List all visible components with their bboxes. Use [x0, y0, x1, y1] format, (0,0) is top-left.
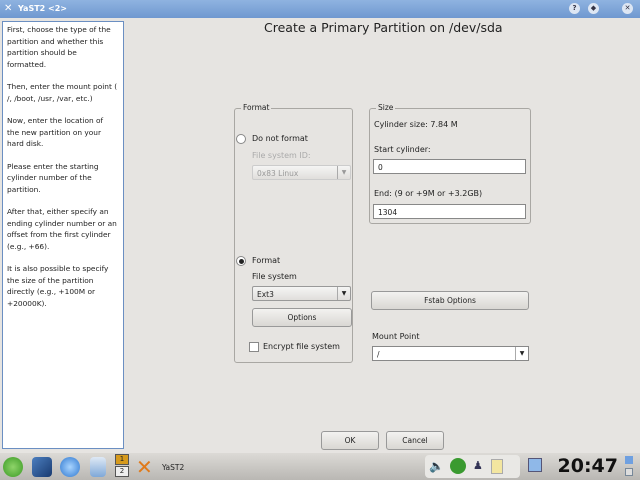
display-icon[interactable] — [528, 458, 542, 472]
user-icon[interactable]: ♟ — [473, 459, 483, 472]
file-manager-icon[interactable] — [90, 457, 106, 477]
end-label: End: (9 or +9M or +3.2GB) — [374, 189, 483, 198]
close-icon[interactable]: ✕ — [622, 3, 633, 14]
mount-point-label: Mount Point — [372, 332, 420, 341]
help-icon[interactable]: ? — [569, 3, 580, 14]
window-titlebar: ✕ YaST2 <2> ? ◆ ✕ — [0, 0, 640, 18]
start-cylinder-label: Start cylinder: — [374, 145, 431, 154]
help-line: Then, enter the mount point ( — [7, 82, 118, 91]
size-group-label: Size — [376, 103, 396, 112]
fs-id-value: 0x83 Linux — [257, 169, 299, 178]
desktop-1[interactable]: 1 — [115, 454, 129, 465]
help-line: ending cylinder number or an — [7, 218, 117, 228]
chevron-down-icon: ▼ — [337, 287, 350, 300]
fs-select[interactable]: Ext3 ▼ — [252, 286, 351, 301]
encrypt-checkbox[interactable] — [249, 342, 259, 352]
help-line: formatted. — [7, 59, 47, 69]
start-menu-icon[interactable] — [3, 457, 23, 477]
mount-point-combo[interactable]: / ▼ — [372, 346, 529, 361]
help-line: First, choose the type of the — [7, 25, 111, 34]
help-line: the new partition on your — [7, 127, 101, 137]
help-paragraph: First, choose the type of the partition a… — [7, 24, 119, 70]
dialog-title: Create a Primary Partition on /dev/sda — [264, 20, 503, 35]
format-group-label: Format — [241, 103, 272, 112]
panel-lock-icon[interactable] — [625, 468, 633, 476]
help-line: offset from the first cylinder — [7, 230, 111, 239]
help-paragraph: Please enter the starting cylinder number… — [7, 161, 119, 196]
help-line: +20000K). — [7, 298, 47, 308]
format-radio[interactable] — [236, 256, 246, 266]
help-line: /, /boot, /usr, /var, etc.) — [7, 93, 93, 103]
format-label: Format — [252, 256, 281, 265]
clipboard-icon[interactable] — [491, 459, 503, 474]
cancel-button[interactable]: Cancel — [386, 431, 444, 450]
system-tray: 🔈 ♟ — [425, 455, 520, 478]
help-line: (e.g., +66). — [7, 241, 50, 251]
help-line: hard disk. — [7, 139, 44, 148]
show-desktop-icon[interactable] — [32, 457, 52, 477]
window-title: YaST2 <2> — [18, 4, 67, 13]
fs-value: Ext3 — [257, 290, 274, 299]
yast-icon: ✕ — [4, 3, 13, 14]
help-line: partition and whether this — [7, 36, 104, 46]
network-icon[interactable] — [450, 458, 466, 474]
panel-up-icon[interactable] — [625, 456, 633, 464]
help-panel[interactable]: First, choose the type of the partition a… — [2, 21, 124, 449]
cylinder-size: Cylinder size: 7.84 M — [374, 120, 458, 129]
encrypt-label: Encrypt file system — [263, 342, 340, 351]
options-button[interactable]: Options — [252, 308, 352, 327]
volume-icon[interactable]: 🔈 — [429, 459, 444, 473]
ok-button[interactable]: OK — [321, 431, 379, 450]
help-line: Please enter the starting — [7, 161, 99, 171]
fs-id-label: File system ID: — [252, 151, 311, 160]
browser-icon[interactable] — [60, 457, 80, 477]
help-line: the size of the partition — [7, 275, 94, 285]
do-not-format-label: Do not format — [252, 134, 308, 143]
help-paragraph: Now, enter the location of the new partit… — [7, 115, 119, 150]
start-cylinder-input[interactable]: 0 — [373, 159, 526, 174]
do-not-format-radio[interactable] — [236, 134, 246, 144]
help-line: Now, enter the location of — [7, 116, 104, 125]
desktop-2[interactable]: 2 — [115, 466, 129, 477]
clock[interactable]: 20:47 — [558, 455, 618, 477]
help-line: directly (e.g., +100M or — [7, 287, 96, 296]
help-paragraph: Then, enter the mount point ( /, /boot, /… — [7, 81, 119, 104]
help-paragraph: It is also possible to specify the size o… — [7, 263, 119, 309]
help-line: It is also possible to specify — [7, 264, 109, 273]
help-paragraph: After that, either specify an ending cyli… — [7, 206, 119, 252]
help-line: partition should be — [7, 48, 77, 57]
help-line: partition. — [7, 184, 41, 194]
chevron-down-icon[interactable]: ▼ — [515, 347, 528, 360]
end-input[interactable]: 1304 — [373, 204, 526, 219]
keep-above-icon[interactable]: ◆ — [588, 3, 599, 14]
fs-label: File system — [252, 272, 297, 281]
chevron-down-icon: ▼ — [337, 166, 350, 179]
taskbar: 1 2 ✕ YaST2 🔈 ♟ 20:47 — [0, 453, 640, 480]
help-line: cylinder number of the — [7, 173, 92, 182]
yast-task[interactable]: YaST2 — [162, 463, 184, 472]
mount-point-value: / — [377, 350, 380, 359]
fs-id-select[interactable]: 0x83 Linux ▼ — [252, 165, 351, 180]
yast-task-icon[interactable]: ✕ — [136, 455, 153, 479]
help-line: After that, either specify an — [7, 207, 109, 216]
fstab-options-button[interactable]: Fstab Options — [371, 291, 529, 310]
